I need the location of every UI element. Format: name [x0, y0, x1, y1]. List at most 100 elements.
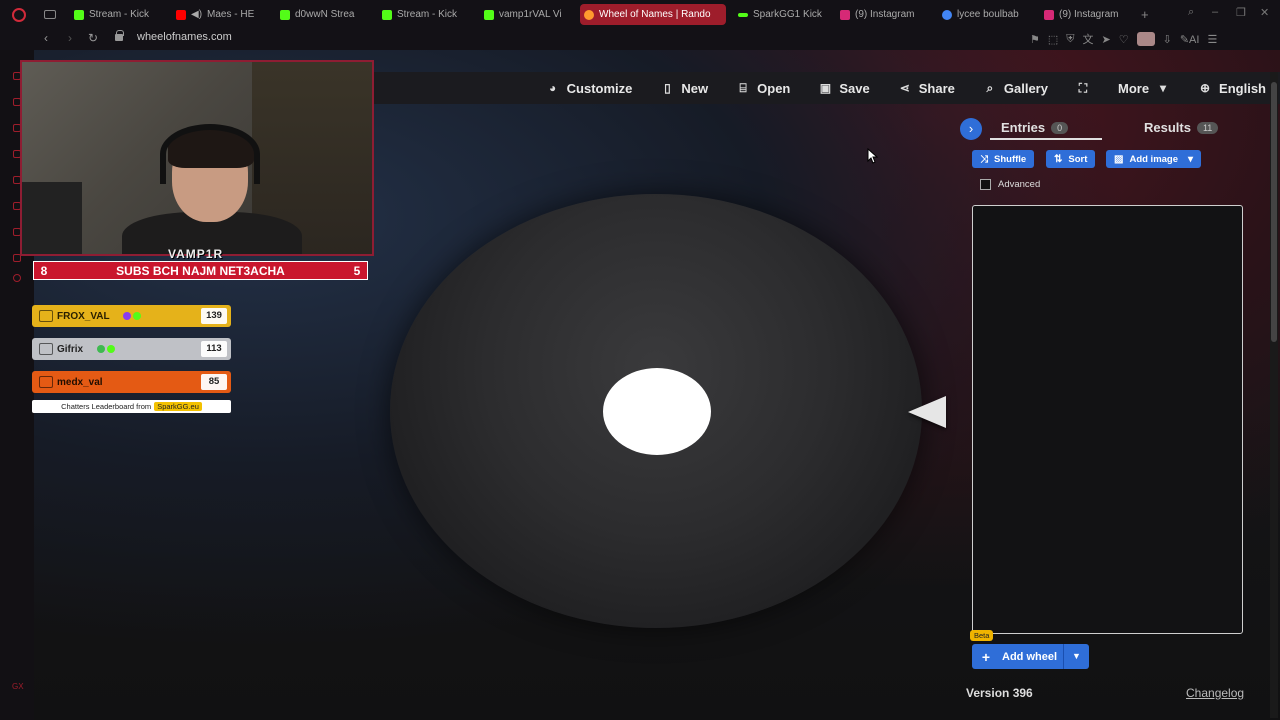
page-scrollbar[interactable] — [1270, 72, 1278, 718]
add-image-button[interactable]: ▨ Add image ▾ — [1106, 150, 1202, 168]
opera-logo-icon[interactable] — [12, 8, 26, 22]
fullscreen-icon: ⛶ — [1078, 80, 1088, 95]
shuffle-button[interactable]: ⤨ Shuffle — [972, 150, 1035, 168]
browser-tab-bar: Stream - Kick ◀) Maes - HE d0wwN Strea S… — [0, 0, 1280, 28]
advanced-checkbox[interactable]: Advanced — [980, 179, 1040, 190]
speaker-icon[interactable]: ◀) — [191, 9, 202, 20]
beta-badge: Beta — [970, 630, 994, 641]
crown-icon — [39, 343, 53, 355]
results-count-badge: 11 — [1196, 121, 1219, 134]
browser-tab[interactable]: d0wwN Strea — [276, 4, 368, 25]
streamer-name-label: VAMP1R — [168, 247, 224, 261]
flow-icon[interactable]: ➤ — [1102, 33, 1111, 46]
folder-open-icon: ⌸ — [739, 80, 747, 95]
gallery-button[interactable]: ⌕ Gallery — [983, 81, 1048, 96]
sort-icon: ⇅ — [1054, 153, 1063, 165]
translate-icon[interactable]: 文 — [1083, 31, 1094, 47]
sort-button[interactable]: ⇅ Sort — [1046, 150, 1096, 168]
share-button[interactable]: ⋖ Share — [898, 81, 955, 96]
bookmark-icon[interactable]: ⚑ — [1030, 33, 1040, 46]
image-icon: ▨ — [1114, 153, 1124, 165]
back-icon[interactable]: ‹ — [44, 31, 48, 45]
browser-tab[interactable]: Stream - Kick — [70, 4, 162, 25]
instagram-favicon-icon — [840, 9, 850, 20]
checkbox-icon[interactable] — [980, 179, 991, 190]
close-icon[interactable]: ✕ — [1260, 6, 1269, 19]
subs-goal-text: SUBS BCH NAJM NET3ACHA — [116, 263, 285, 278]
address-bar-actions: ⚑ ⬚ ⛨ 文 ➤ ♡ ⇩ ✎AI ☰ — [1030, 31, 1217, 47]
wheel-favicon-icon — [584, 9, 594, 20]
browser-tab[interactable]: (9) Instagram — [836, 4, 928, 25]
browser-tab[interactable]: (9) Instagram — [1040, 4, 1132, 25]
kick-favicon-icon — [280, 9, 290, 20]
add-wheel-dropdown-icon[interactable]: ▼ — [1063, 644, 1089, 669]
leaderboard-row: FROX_VAL 139 — [32, 305, 231, 327]
tab-overview-icon[interactable] — [44, 10, 56, 19]
language-button[interactable]: ⊕ English — [1198, 81, 1266, 96]
browser-tab-active[interactable]: Wheel of Names | Rando — [580, 4, 726, 25]
lock-icon — [115, 30, 124, 41]
subs-goal-target: 5 — [353, 263, 361, 278]
vpn-shield-icon[interactable]: ⛨ — [1066, 33, 1074, 46]
new-button[interactable]: ▯ New — [660, 81, 708, 96]
maximize-icon[interactable]: ❐ — [1236, 6, 1246, 19]
opera-gx-icon[interactable]: GX — [12, 682, 24, 691]
heart-icon[interactable]: ♡ — [1119, 33, 1129, 46]
palette-icon: ◕ — [549, 81, 557, 95]
crown-icon — [39, 310, 53, 322]
youtube-favicon-icon — [176, 9, 186, 20]
minimize-icon[interactable]: – — [1212, 6, 1218, 18]
shuffle-icon: ⤨ — [980, 153, 988, 165]
url-field[interactable]: wheelofnames.com — [137, 31, 232, 43]
download-icon[interactable]: ⇩ — [1163, 33, 1172, 46]
entries-count-badge: 0 — [1051, 121, 1069, 134]
snapshot-icon[interactable]: ⬚ — [1048, 33, 1058, 46]
badge-icon — [133, 312, 141, 320]
browser-tab[interactable]: SparkGG1 Kick — [734, 4, 826, 25]
plus-icon: + — [981, 648, 991, 665]
add-wheel-button[interactable]: + Add wheel ▼ — [972, 644, 1089, 669]
leaderboard-footer: Chatters Leaderboard from SparkGG.eu — [32, 400, 231, 413]
menu-icon[interactable]: ☰ — [1207, 33, 1217, 46]
address-bar: ‹ › ↻ wheelofnames.com ⚑ ⬚ ⛨ 文 ➤ ♡ ⇩ ✎AI… — [0, 28, 1280, 50]
reload-icon[interactable]: ↻ — [88, 31, 98, 45]
aria-ai-icon[interactable]: ✎AI — [1180, 33, 1200, 46]
open-button[interactable]: ⌸ Open — [736, 80, 791, 96]
browser-tab[interactable]: vamp1rVAL Vi — [480, 4, 572, 25]
sparkgg-brand-label: SparkGG.eu — [154, 402, 202, 411]
changelog-link[interactable]: Changelog — [1186, 686, 1244, 700]
badge-icon — [107, 345, 115, 353]
collapse-panel-button[interactable]: › — [960, 118, 982, 140]
forward-icon[interactable]: › — [68, 31, 72, 45]
fullscreen-button[interactable]: ⛶ — [1076, 81, 1090, 96]
caret-down-icon: ▾ — [1188, 153, 1194, 165]
settings-icon[interactable] — [13, 274, 21, 282]
browser-tab[interactable]: Stream - Kick — [378, 4, 470, 25]
tab-results[interactable]: Results 11 — [1144, 120, 1219, 135]
leaderboard-row: Gifrix 113 — [32, 338, 231, 360]
chat-badges — [123, 312, 141, 320]
google-favicon-icon — [942, 9, 952, 20]
more-button[interactable]: More ▾ — [1118, 81, 1170, 96]
browser-tab[interactable]: ◀) Maes - HE — [172, 4, 264, 25]
browser-tab[interactable]: lycee boulbab — [938, 4, 1030, 25]
wheel-center-button[interactable] — [603, 368, 711, 455]
webcam-overlay — [20, 60, 374, 256]
subs-goal-current: 8 — [40, 263, 48, 278]
save-button[interactable]: ▣ Save — [818, 81, 870, 96]
headset-icon — [160, 124, 260, 184]
scrollbar-thumb[interactable] — [1271, 82, 1277, 342]
entries-textarea[interactable] — [972, 205, 1243, 634]
chat-badges — [97, 345, 115, 353]
avatar[interactable] — [1136, 32, 1155, 46]
tab-entries[interactable]: Entries 0 — [1001, 120, 1069, 135]
customize-button[interactable]: ◕ Customize — [546, 81, 632, 96]
crown-icon — [39, 376, 53, 388]
entries-panel: › Entries 0 Results 11 ⤨ Shuffle ⇅ Sort … — [960, 112, 1254, 708]
version-label: Version 396 — [966, 686, 1033, 700]
new-tab-icon[interactable]: + — [1141, 7, 1149, 22]
kick-favicon-icon — [74, 9, 84, 20]
search-tabs-icon[interactable]: ⌕ — [1188, 6, 1194, 19]
kick-favicon-icon — [484, 9, 494, 20]
leaderboard-row: medx_val 85 — [32, 371, 231, 393]
